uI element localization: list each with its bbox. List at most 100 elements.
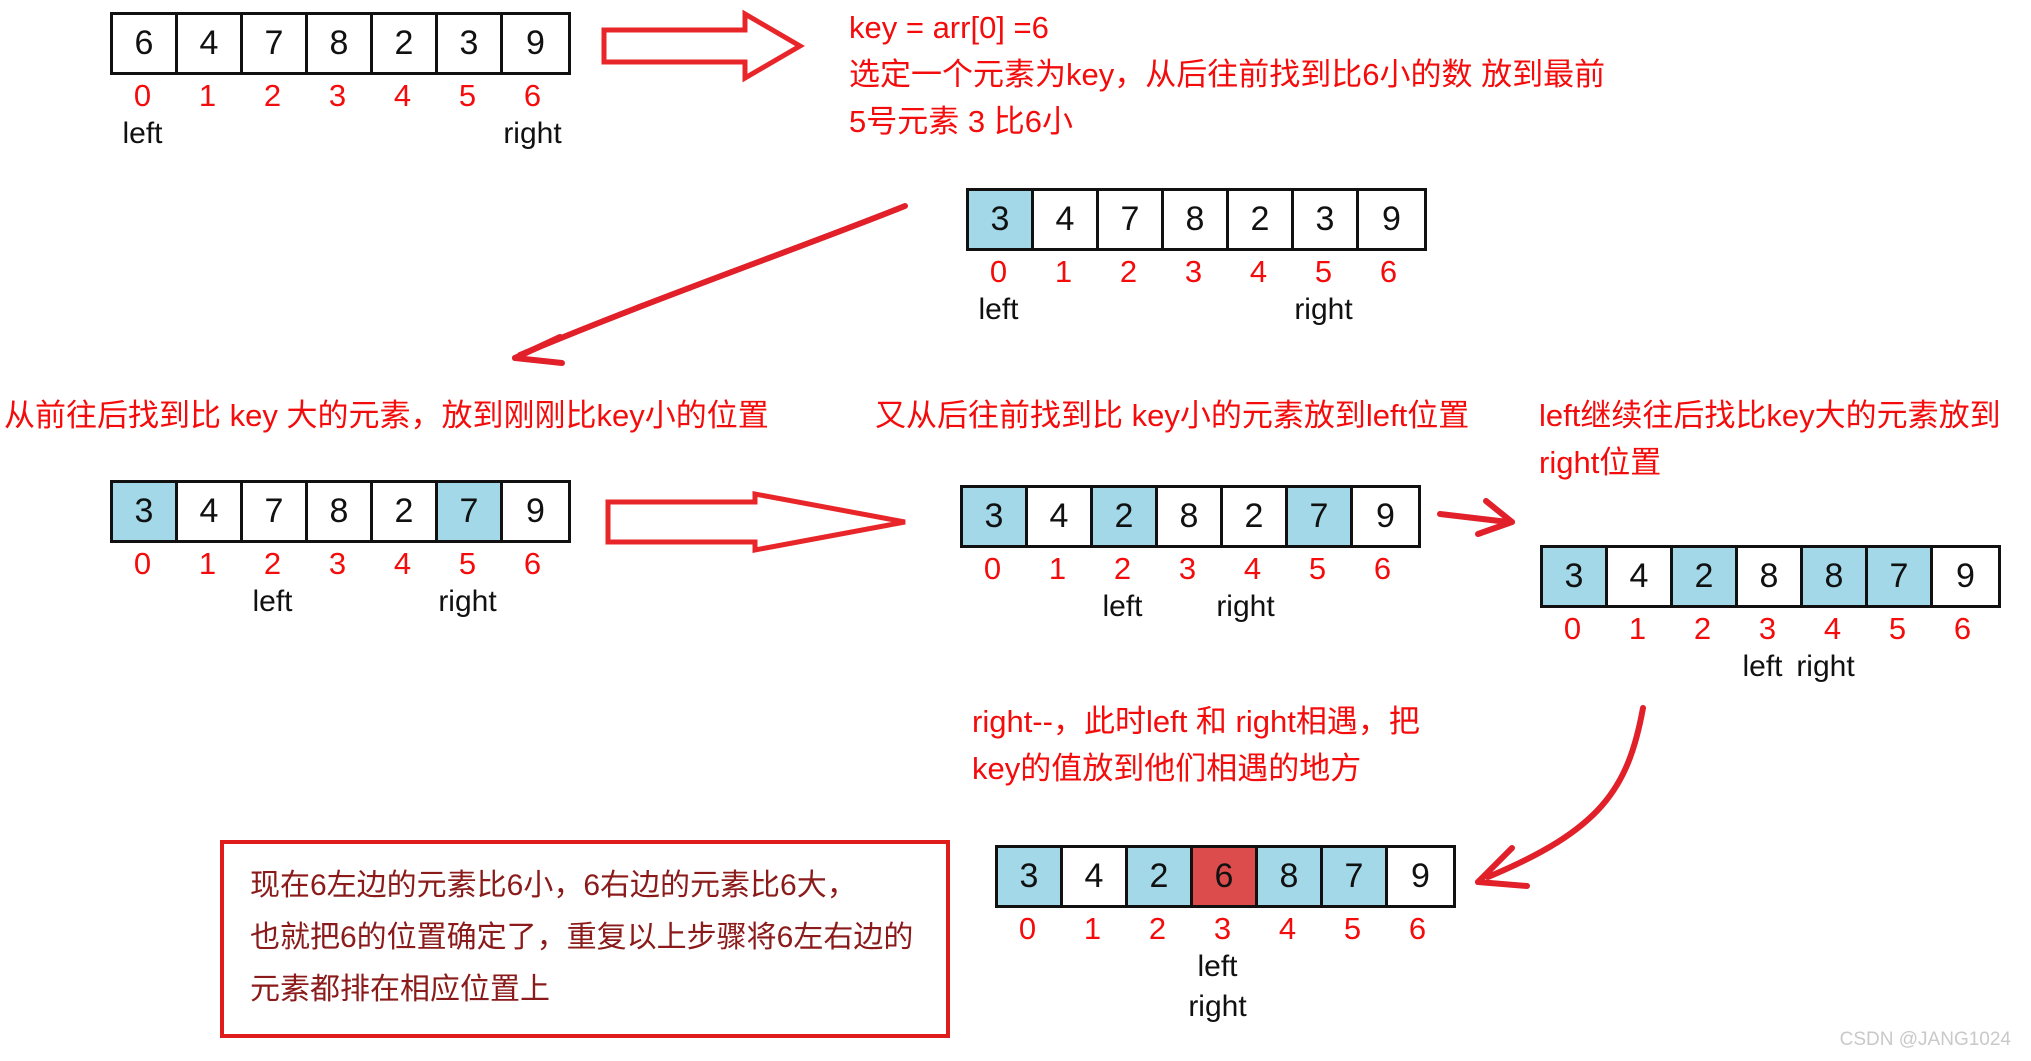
array-cell: 7	[1099, 191, 1164, 248]
array-cell: 4	[1034, 191, 1099, 248]
array-index: 3	[328, 546, 347, 581]
array-cell: 3	[1543, 548, 1608, 605]
array-step2: 3 4 7 8 2 7 9 0 1 2 3 4 5 6 left right	[110, 480, 571, 625]
pointer-right: right	[1188, 990, 1247, 1023]
array-index: 3	[1178, 551, 1197, 586]
array-cell: 7	[1868, 548, 1933, 605]
watermark: CSDN @JANG1024	[1839, 1029, 2011, 1050]
array-pointer-row: left right	[110, 585, 571, 625]
array-index: 2	[263, 546, 282, 581]
array-cell: 2	[1223, 488, 1288, 545]
array-cell: 9	[1388, 848, 1453, 905]
array-cell: 8	[1258, 848, 1323, 905]
array-index: 3	[1758, 611, 1777, 646]
pointer-left: left	[1197, 950, 1238, 983]
note-forward-find: 从前往后找到比 key 大的元素，放到刚刚比key小的位置	[4, 398, 769, 433]
array-index: 5	[458, 546, 477, 581]
array-cell: 3	[438, 15, 503, 72]
array-cells: 3 4 2 6 8 7 9	[995, 845, 1456, 908]
thin-arrow-step3-to-step4	[1437, 498, 1515, 537]
array-index-row: 0 1 2 3 4 5 6	[110, 75, 571, 117]
pointer-left: left	[1742, 650, 1783, 683]
array-cell-key: 6	[1193, 848, 1258, 905]
array-cell: 9	[1359, 191, 1424, 248]
array-index: 0	[1018, 911, 1037, 946]
array-cell: 7	[1288, 488, 1353, 545]
array-cells: 6 4 7 8 2 3 9	[110, 12, 571, 75]
array-index: 6	[1379, 254, 1398, 289]
array-cell: 8	[1158, 488, 1223, 545]
pointer-right: right	[503, 117, 562, 150]
array-cell: 3	[969, 191, 1034, 248]
note-backward-find: 又从后往前找到比 key小的元素放到left位置	[875, 398, 1470, 433]
note-pointers-meet: right--，此时left 和 right相遇，把 key的值放到他们相遇的地…	[972, 704, 1420, 786]
array-cell: 3	[998, 848, 1063, 905]
pointer-left: left	[122, 117, 163, 150]
note-left-continue: left继续往后找比key大的元素放到 right位置	[1539, 398, 2001, 480]
array-cell: 2	[1673, 548, 1738, 605]
array-cell: 9	[503, 15, 568, 72]
array-cells: 3 4 2 8 8 7 9	[1540, 545, 2001, 608]
array-cell: 4	[1028, 488, 1093, 545]
array-index: 0	[133, 78, 152, 113]
array-index: 5	[1314, 254, 1333, 289]
array-cell: 3	[1294, 191, 1359, 248]
array-index: 3	[1184, 254, 1203, 289]
block-arrow-to-key-note	[601, 9, 805, 83]
array-cell: 6	[113, 15, 178, 72]
array-final: 3 4 2 6 8 7 9 0 1 2 3 4 5 6 left right	[995, 845, 1456, 1030]
array-index: 4	[1278, 911, 1297, 946]
array-cell: 2	[373, 15, 438, 72]
array-pointer-row-2: right	[995, 990, 1456, 1030]
pointer-left: left	[1102, 590, 1143, 623]
array-cell: 2	[1128, 848, 1193, 905]
array-cell: 3	[963, 488, 1028, 545]
array-index: 6	[1373, 551, 1392, 586]
array-cell: 7	[243, 483, 308, 540]
array-cell: 2	[1229, 191, 1294, 248]
array-index: 2	[1119, 254, 1138, 289]
array-cell: 8	[308, 483, 373, 540]
array-index: 4	[1243, 551, 1262, 586]
array-cell: 4	[1063, 848, 1128, 905]
array-index-row: 0 1 2 3 4 5 6	[995, 908, 1456, 950]
array-index: 4	[1823, 611, 1842, 646]
array-cell: 4	[178, 483, 243, 540]
array-cell: 9	[1353, 488, 1418, 545]
array-index: 2	[1113, 551, 1132, 586]
array-cell: 7	[1323, 848, 1388, 905]
pointer-right: right	[1294, 293, 1353, 326]
array-index: 2	[1693, 611, 1712, 646]
array-index: 3	[1213, 911, 1232, 946]
array-index: 5	[1308, 551, 1327, 586]
array-step3: 3 4 2 8 2 7 9 0 1 2 3 4 5 6 left right	[960, 485, 1421, 630]
array-index-row: 0 1 2 3 4 5 6	[110, 543, 571, 585]
array-pointer-row: left	[995, 950, 1456, 990]
array-index: 1	[1628, 611, 1647, 646]
array-index: 6	[1953, 611, 1972, 646]
array-cell: 3	[113, 483, 178, 540]
array-index: 5	[1888, 611, 1907, 646]
array-initial: 6 4 7 8 2 3 9 0 1 2 3 4 5 6 left right	[110, 12, 571, 157]
array-cell: 8	[1738, 548, 1803, 605]
array-cell: 8	[1803, 548, 1868, 605]
array-index: 5	[1343, 911, 1362, 946]
diagram-canvas: 6 4 7 8 2 3 9 0 1 2 3 4 5 6 left right k…	[0, 0, 2031, 1061]
array-index: 1	[198, 78, 217, 113]
curved-arrow-step1	[512, 203, 908, 366]
array-step1: 3 4 7 8 2 3 9 0 1 2 3 4 5 6 left right	[966, 188, 1427, 333]
array-cells: 3 4 2 8 2 7 9	[960, 485, 1421, 548]
array-index: 5	[458, 78, 477, 113]
array-cell: 7	[438, 483, 503, 540]
array-pointer-row: left right	[110, 117, 571, 157]
array-index: 2	[263, 78, 282, 113]
array-index: 6	[523, 78, 542, 113]
array-cell: 9	[503, 483, 568, 540]
array-index-row: 0 1 2 3 4 5 6	[1540, 608, 2001, 650]
array-index: 4	[393, 78, 412, 113]
array-step4: 3 4 2 8 8 7 9 0 1 2 3 4 5 6 left right	[1540, 545, 2001, 690]
array-index: 1	[198, 546, 217, 581]
array-index: 0	[983, 551, 1002, 586]
array-index: 0	[989, 254, 1008, 289]
array-pointer-row: left right	[960, 590, 1421, 630]
